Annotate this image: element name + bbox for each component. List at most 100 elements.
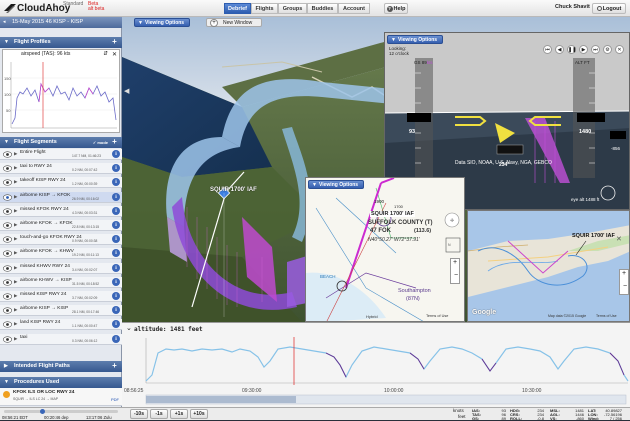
map-close-icon[interactable]: ✕ [616,235,622,243]
segment-row[interactable]: ▶ missed KHWV RWY 24 3.4 NM, 00:02:07 i [0,262,122,274]
info-icon[interactable]: i [112,249,120,258]
segment-row[interactable]: ▶ takeoff KISP RWY 24 1.2 NM, 00:00:39 i [0,177,122,189]
segment-row[interactable]: ▶ taxi to RWY 24 0.2 NM, 00:07:42 i [0,163,122,175]
eye-icon[interactable] [3,293,12,300]
main-3d-view[interactable]: SQUIR 1700' IAF ▼ Viewing Options + New W… [122,17,630,322]
eye-icon[interactable] [3,307,12,314]
zoom-control[interactable]: + − [450,258,460,284]
segment-expand-icon[interactable]: ▶ [14,165,17,171]
eye-icon[interactable] [3,335,12,343]
timeline-slider[interactable]: 08:56:21 EDT 00:20:46 dep 13:17:06 Zulu [0,408,122,421]
user-name[interactable]: Chuck Shavit [555,4,590,10]
eye-icon[interactable] [3,250,12,257]
zoom-out-icon[interactable]: − [454,272,458,279]
eye-icon[interactable] [3,151,12,158]
step-forward-icon[interactable]: ▶ [579,45,588,54]
map-zoom-out-icon[interactable]: − [623,283,627,290]
altitude-profile-chart[interactable]: 08:56:25 09:30:00 10:00:00 10:30:00 [122,335,630,408]
cockpit-viewing-options-button[interactable]: ▼ Viewing Options [387,35,443,44]
profile-chevron-icon[interactable]: ⌄ [126,324,132,332]
segment-expand-icon[interactable]: ▶ [14,222,17,228]
eye-icon[interactable] [3,208,12,215]
procedure-pdf-link[interactable]: PDF [111,397,119,402]
flight-date-bar[interactable]: ◂ 15-May 2015 46 KISP - KISP [0,17,122,28]
add-icon[interactable]: + [110,37,119,47]
eye-icon[interactable] [3,236,12,243]
intended-flight-paths-header[interactable]: ▶ Intended Flight Paths + [0,361,122,372]
flight-profile-graph[interactable]: airspeed (TAS): 96 kts 150 100 50 ✕ ⇵ [2,49,120,133]
segment-row[interactable]: ▶ missed KISP RWY 24 3.7 NM, 00:02:09 i [0,291,122,302]
info-icon[interactable]: i [112,192,120,201]
add-icon[interactable]: + [110,361,119,371]
info-icon[interactable]: i [112,235,120,244]
segment-row[interactable]: ▶ airborne KFOK → KHWV 19.2 NM, 00:11:13 i [0,248,122,260]
help-button[interactable]: ? Help [384,3,408,14]
eye-icon[interactable] [3,165,12,172]
map-terms-link[interactable]: Terms of Use [596,314,617,318]
segment-row[interactable]: ▶ airborne KHWV → KISP 31.5 NM, 00:18:52 i [0,276,122,288]
segment-row[interactable]: ▶ taxi 0.3 NM, 00:06:12 i [0,333,122,345]
altitude-profile-panel[interactable]: ⌄ altitude: 1481 feet 08:56:25 09:30:00 … [122,322,630,408]
back-10s-button[interactable]: -10s [130,409,148,419]
segment-expand-icon[interactable]: ▶ [14,336,17,342]
settings-icon[interactable]: ⚙ [603,45,612,54]
close-icon[interactable]: ✕ [615,45,624,54]
info-icon[interactable]: i [112,334,120,343]
zoom-in-icon[interactable]: + [453,259,457,266]
info-icon[interactable]: i [112,150,120,158]
approach-chart-panel[interactable]: N ✛ ▼ Viewing Options 1900 1700 SQUIR 170… [305,177,465,322]
segment-expand-icon[interactable]: ▶ [14,151,17,157]
eye-icon[interactable] [3,279,12,286]
forward-1s-button[interactable]: +1s [170,409,188,419]
segment-row[interactable]: ▶ Entire Flight 147.7 NM, 01:46:23 i [0,149,122,160]
tab-groups[interactable]: Groups [278,3,307,14]
tab-flights[interactable]: Flights [251,3,278,14]
eye-icon[interactable] [3,321,12,328]
segment-expand-icon[interactable]: ▶ [14,179,17,185]
new-window-button[interactable]: + New Window [206,18,262,27]
back-1s-button[interactable]: -1s [150,409,168,419]
procedures-used-header[interactable]: ▼ Procedures Used [0,377,122,388]
zoom-icon[interactable]: ⇵ [103,51,108,57]
collapse-sidebar-icon[interactable]: ◀ [124,87,129,95]
segment-expand-icon[interactable]: ▶ [14,321,17,327]
info-icon[interactable]: i [112,178,120,187]
info-icon[interactable]: i [112,206,120,215]
info-icon[interactable]: i [112,292,120,300]
pause-icon[interactable]: ❚❚ [567,45,576,54]
cloudahoy-logo[interactable]: CloudAhoy Standard Beta alt beta [3,1,123,16]
segment-row[interactable]: ▶ touch-and-go KFOK RWY 24 0.9 NM, 00:00:3… [0,234,122,246]
fast-forward-icon[interactable]: ⏭ [591,45,600,54]
logout-button[interactable]: Logout [592,3,626,14]
segment-expand-icon[interactable]: ▶ [14,250,17,256]
segment-expand-icon[interactable]: ▶ [14,194,17,200]
eye-icon[interactable] [3,193,12,201]
info-icon[interactable]: i [112,164,120,173]
flight-profiles-header[interactable]: ▼ Flight Profiles + [0,37,122,48]
rewind-icon[interactable]: ⏮ [543,45,552,54]
add-icon[interactable]: + [110,137,119,147]
flight-segments-header[interactable]: ▼ Flight Segments ✓ mode + [0,137,122,148]
segment-expand-icon[interactable]: ▶ [14,265,17,271]
tab-buddies[interactable]: Buddies [307,3,338,14]
close-profile-icon[interactable]: ✕ [112,51,117,58]
segment-expand-icon[interactable]: ▶ [14,236,17,242]
tab-debrief[interactable]: Debrief [224,3,251,14]
info-icon[interactable]: i [112,320,120,329]
info-icon[interactable]: i [112,263,120,272]
step-back-icon[interactable]: ◀ [555,45,564,54]
segment-row[interactable]: ▶ airborne KISP → KISP 28.1 NM, 00:17:46 i [0,305,122,317]
google-map-panel[interactable]: SQUIR 1700' IAF ✕ + − Google Map data ©2… [467,210,630,322]
chart-viewing-options-button[interactable]: ▼ Viewing Options [308,180,364,189]
map-zoom-control[interactable]: + − [619,269,629,295]
eye-icon[interactable] [3,264,12,272]
segment-row[interactable]: ▶ missed KFOK RWY 24 4.3 NM, 00:03:31 i [0,205,122,217]
tab-account[interactable]: Account [338,3,370,14]
eye-icon[interactable] [3,179,12,186]
viewing-options-button[interactable]: ▼ Viewing Options [134,18,190,27]
chart-terms-link[interactable]: Terms of Use [426,314,448,318]
segment-row[interactable]: ▶ land KISP RWY 24 1.1 NM, 00:00:47 i [0,319,122,331]
segment-row[interactable]: ▶ airborne KFOK → KFOK 22.8 NM, 00:13:15 i [0,220,122,231]
segment-expand-icon[interactable]: ▶ [14,279,17,285]
eye-icon[interactable] [3,222,12,229]
